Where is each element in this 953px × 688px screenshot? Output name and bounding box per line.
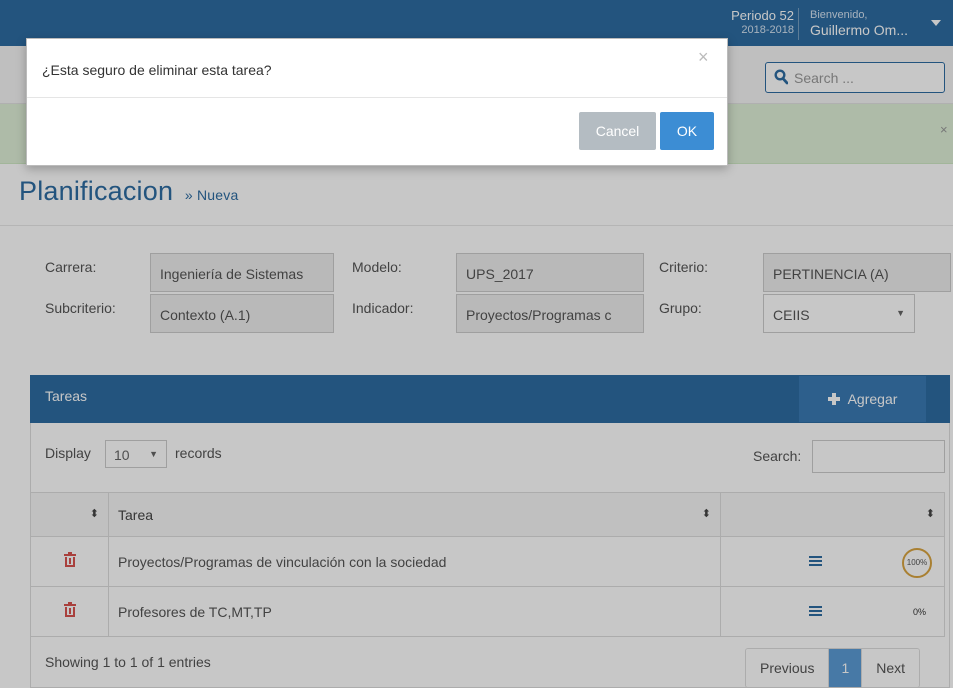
close-icon[interactable]: × <box>698 48 709 66</box>
confirm-delete-dialog: ¿Esta seguro de eliminar esta tarea? × C… <box>26 38 728 166</box>
cancel-button[interactable]: Cancel <box>579 112 656 150</box>
ok-button[interactable]: OK <box>660 112 714 150</box>
modal-divider <box>27 97 727 98</box>
confirm-message: ¿Esta seguro de eliminar esta tarea? <box>42 62 272 78</box>
